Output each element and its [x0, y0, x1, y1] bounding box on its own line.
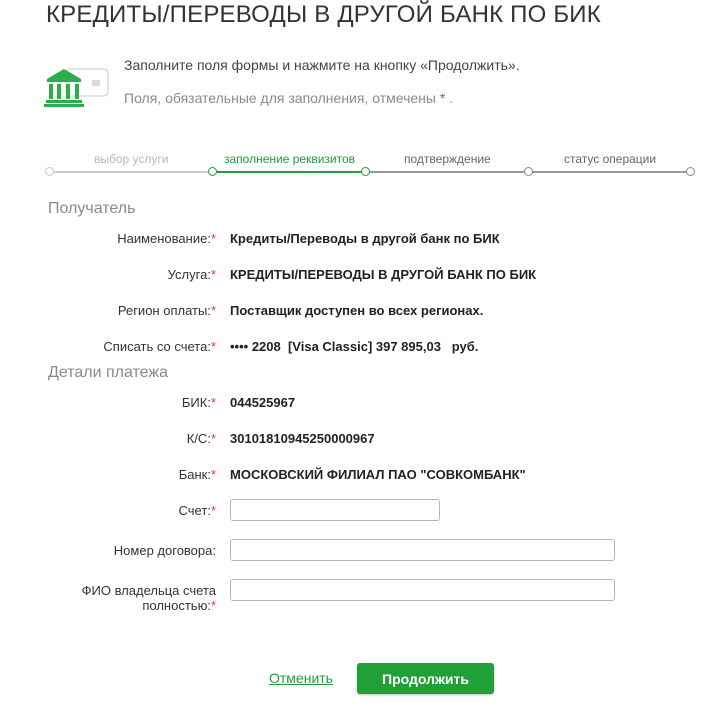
name-label: Наименование:* — [117, 231, 216, 246]
bank-value: МОСКОВСКИЙ ФИЛИАЛ ПАО "СОВКОМБАНК" — [230, 467, 526, 482]
account-field-label: Счет:* — [178, 503, 216, 518]
instruction-text: Заполните поля формы и нажмите на кнопку… — [124, 57, 520, 73]
step-dot-4 — [524, 167, 533, 176]
step-dot-3 — [361, 167, 370, 176]
ks-label: К/С:* — [186, 431, 216, 446]
bank-label: Банк:* — [178, 467, 216, 482]
service-label: Услуга:* — [167, 267, 216, 282]
step-fill-details: заполнение реквизитов — [224, 152, 356, 166]
owner-name-label: ФИО владельца счета полностью:* — [81, 583, 216, 613]
cancel-link[interactable]: Отменить — [269, 670, 333, 686]
bik-value: 044525967 — [230, 395, 296, 410]
progress-line-done — [50, 171, 213, 173]
progress-steps: выбор услуги заполнение реквизитов подтв… — [45, 148, 696, 182]
region-label: Регион оплаты:* — [117, 303, 216, 318]
debit-account-label: Списать со счета:* — [103, 339, 216, 354]
required-fields-note: Поля, обязательные для заполнения, отмеч… — [124, 90, 454, 106]
service-value: КРЕДИТЫ/ПЕРЕВОДЫ В ДРУГОЙ БАНК ПО БИК — [230, 267, 537, 282]
region-value: Поставщик доступен во всех регионах. — [230, 303, 484, 318]
continue-button[interactable]: Продолжить — [357, 663, 494, 694]
owner-name-input[interactable] — [230, 579, 615, 601]
step-confirmation: подтверждение — [404, 152, 491, 166]
progress-line-active — [213, 171, 366, 173]
page-title: КРЕДИТЫ/ПЕРЕВОДЫ В ДРУГОЙ БАНК ПО БИК — [46, 1, 601, 28]
contract-number-input[interactable] — [230, 539, 615, 561]
step-select-service: выбор услуги — [94, 152, 169, 166]
recipient-heading: Получатель — [48, 200, 136, 217]
step-dot-2 — [208, 167, 217, 176]
bik-label: БИК:* — [181, 395, 216, 410]
bank-building-icon — [44, 68, 109, 107]
contract-number-label: Номер договора: — [113, 543, 216, 558]
step-dot-1 — [45, 167, 54, 176]
debit-account-value: •••• 2208 [Visa Classic] 397 895,03 руб. — [230, 339, 479, 354]
step-operation-status: статус операции — [564, 152, 657, 166]
payment-details-heading: Детали платежа — [48, 364, 168, 381]
name-value: Кредиты/Переводы в другой банк по БИК — [230, 231, 500, 246]
account-number-input[interactable] — [230, 499, 440, 521]
step-dot-5 — [686, 167, 695, 176]
ks-value: 30101810945250000967 — [230, 431, 375, 446]
